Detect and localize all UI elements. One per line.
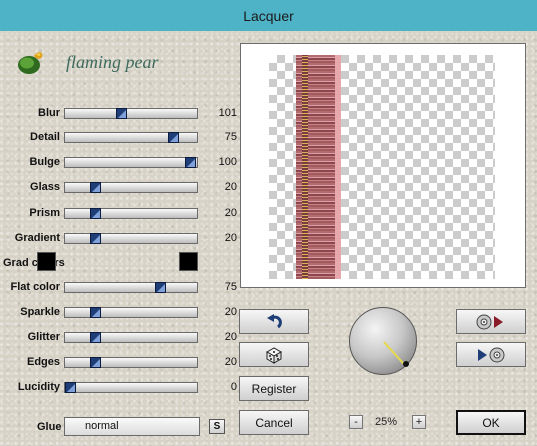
slider-track[interactable]	[64, 307, 198, 318]
slider-track[interactable]	[64, 182, 198, 193]
slider-track[interactable]	[64, 132, 198, 143]
slider-track[interactable]	[64, 382, 198, 393]
slider-track[interactable]	[64, 282, 198, 293]
slider-value: 20	[224, 181, 237, 193]
slider-thumb[interactable]	[90, 208, 102, 219]
slider-label: Sparkle	[20, 306, 60, 318]
register-button[interactable]: Register	[239, 376, 309, 401]
slider-thumb[interactable]	[115, 108, 127, 119]
slider-label: Prism	[29, 207, 60, 219]
slider-value: 20	[224, 331, 237, 343]
preview-pane[interactable]	[240, 43, 526, 288]
ok-button[interactable]: OK	[456, 410, 526, 435]
slider-label: Detail	[30, 131, 60, 143]
glue-s-button[interactable]: S	[209, 419, 225, 434]
slider-row-sparkle: Sparkle 20	[0, 305, 237, 323]
slider-value: 101	[218, 107, 237, 119]
slider-row-gradient: Gradient 20	[0, 231, 237, 249]
slider-thumb[interactable]	[167, 132, 179, 143]
slider-thumb[interactable]	[154, 282, 166, 293]
slider-track[interactable]	[64, 332, 198, 343]
zoom-in-button[interactable]: +	[412, 415, 426, 429]
slider-label: Lucidity	[17, 381, 60, 393]
slider-track[interactable]	[64, 233, 198, 244]
title-bar: Lacquer	[0, 0, 537, 31]
slider-label: Flat color	[10, 281, 60, 293]
brand-name: flaming pear	[66, 52, 159, 72]
slider-value: 20	[224, 356, 237, 368]
slider-thumb[interactable]	[90, 307, 102, 318]
slider-thumb[interactable]	[184, 157, 196, 168]
undo-arrow-icon	[267, 313, 282, 328]
save-preset-button[interactable]	[456, 342, 526, 367]
grad-color-2-swatch[interactable]	[179, 252, 198, 271]
slider-label: Edges	[26, 356, 60, 368]
slider-track[interactable]	[64, 157, 198, 168]
slider-row-glitter: Glitter 20	[0, 330, 237, 348]
preview-checkerboard	[269, 55, 495, 279]
slider-label: Blur	[38, 107, 60, 119]
slider-track[interactable]	[64, 208, 198, 219]
slider-value: 20	[224, 207, 237, 219]
slider-label: Bulge	[29, 156, 60, 168]
slider-row-lucidity: Lucidity 0	[0, 380, 237, 398]
slider-thumb[interactable]	[90, 357, 102, 368]
dice-icon	[265, 346, 283, 364]
slider-label: Glass	[30, 181, 60, 193]
slider-value: 75	[224, 131, 237, 143]
slider-row-edges: Edges 20	[0, 355, 237, 373]
slider-row-blur: Blur 101	[0, 106, 237, 124]
random-button[interactable]	[239, 342, 309, 367]
save-preset-icon	[478, 347, 505, 362]
lacquer-window: Lacquer flaming pear Blur 101 Detail 75 Bulg…	[0, 0, 537, 446]
slider-thumb[interactable]	[65, 382, 76, 393]
window-title: Lacquer	[243, 7, 294, 24]
slider-label: Glitter	[27, 331, 60, 343]
knob-handle[interactable]	[403, 361, 409, 367]
slider-thumb[interactable]	[90, 182, 102, 193]
slider-row-flat-color: Flat color 75	[0, 280, 237, 298]
slider-value: 0	[230, 381, 237, 393]
flaming-pear-logo-icon	[18, 52, 43, 74]
slider-value: 20	[224, 306, 237, 318]
glue-label: Glue	[37, 421, 62, 433]
slider-row-detail: Detail 75	[0, 130, 237, 148]
slider-value: 75	[224, 281, 237, 293]
zoom-out-button[interactable]: -	[349, 415, 363, 429]
slider-row-glass: Glass 20	[0, 180, 237, 198]
slider-row-bulge: Bulge 100	[0, 155, 237, 173]
slider-thumb[interactable]	[90, 233, 102, 244]
slider-label: Gradient	[14, 232, 60, 244]
load-preset-button[interactable]	[456, 309, 526, 334]
grad-colors-row: Grad colors	[0, 255, 236, 273]
slider-track[interactable]	[64, 357, 198, 368]
zoom-level: 25%	[374, 416, 398, 428]
undo-button[interactable]	[239, 309, 309, 334]
slider-thumb[interactable]	[90, 332, 102, 343]
light-direction-knob[interactable]	[349, 307, 417, 375]
cancel-button[interactable]: Cancel	[239, 410, 309, 435]
slider-value: 100	[218, 156, 237, 168]
preview-lacquer-strip	[296, 55, 341, 279]
grad-color-1-swatch[interactable]	[37, 252, 56, 271]
glue-select[interactable]: normal	[64, 417, 200, 436]
slider-track[interactable]	[64, 108, 198, 119]
slider-row-prism: Prism 20	[0, 206, 237, 224]
slider-value: 20	[224, 232, 237, 244]
knob-needle	[383, 341, 405, 365]
load-preset-icon	[476, 314, 503, 329]
